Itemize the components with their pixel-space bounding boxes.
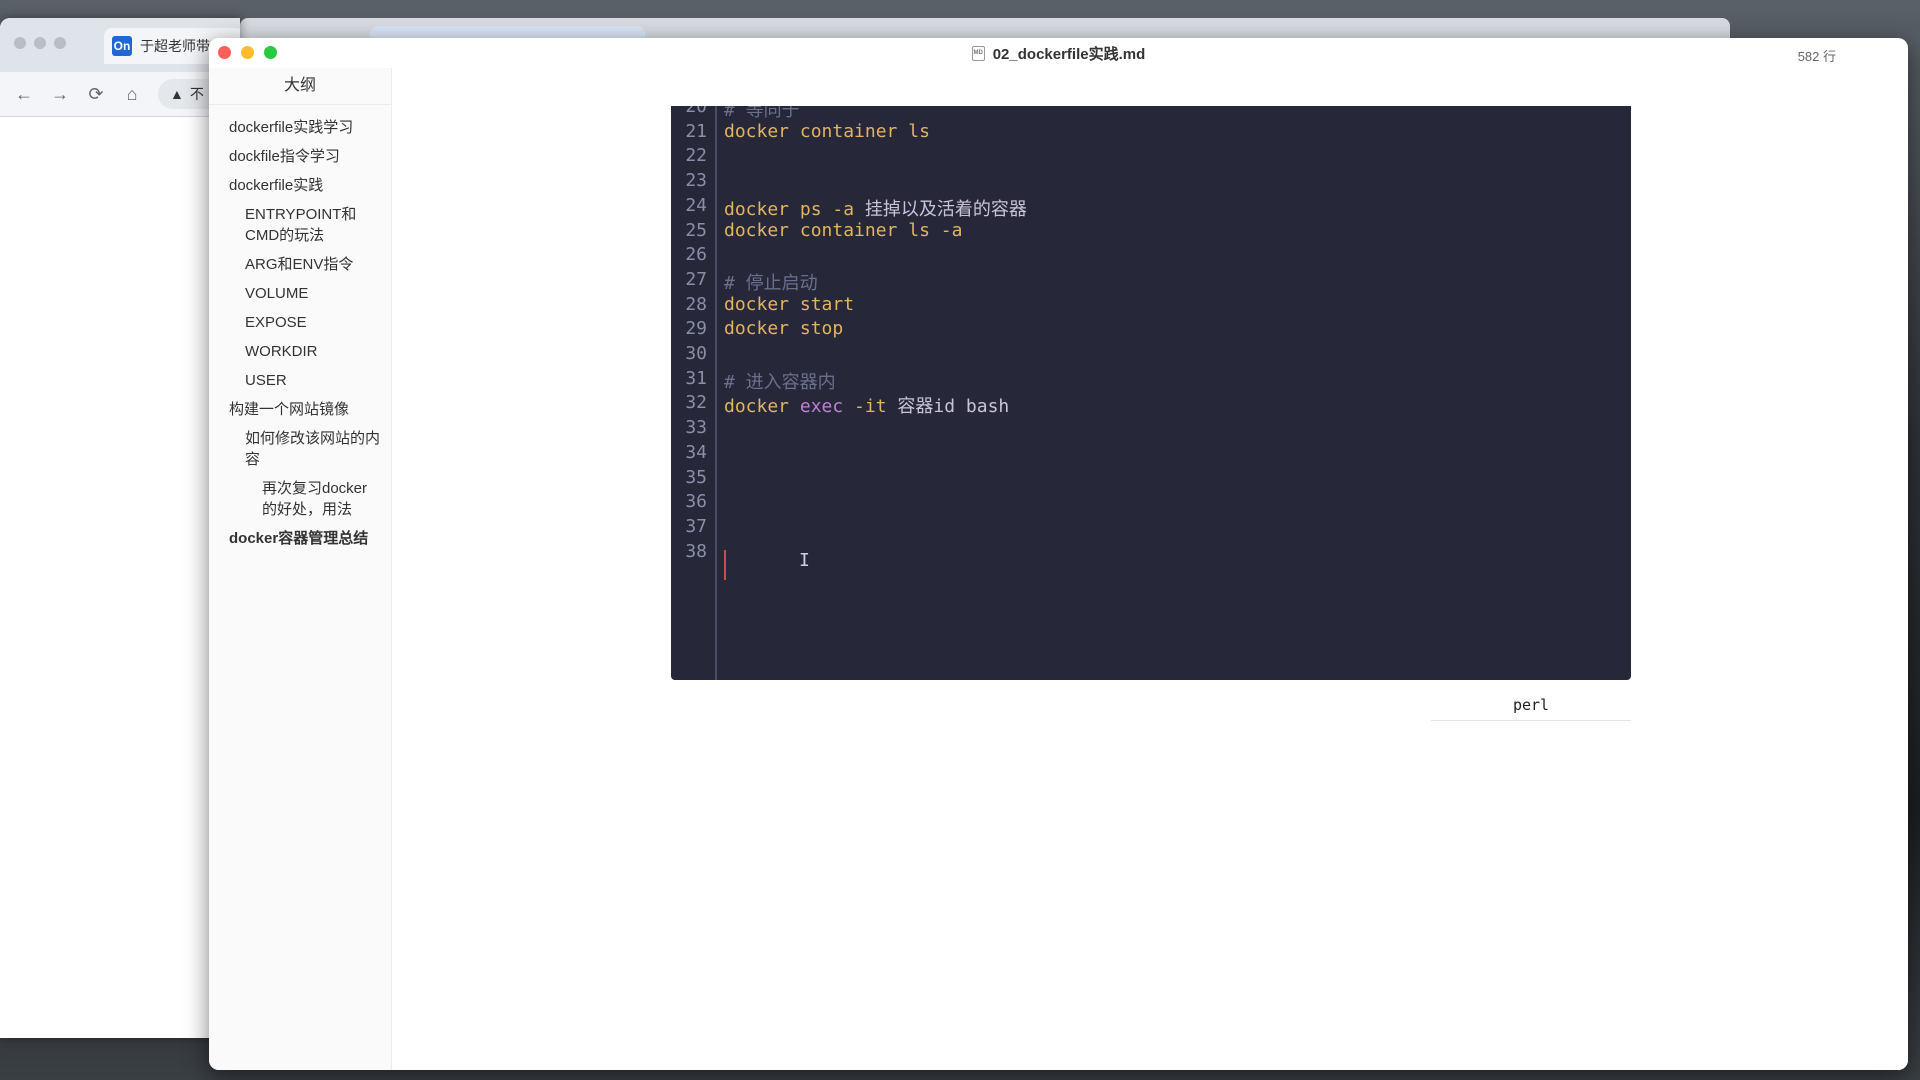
line-number: 30 xyxy=(685,343,707,364)
window-title: MD 02_dockerfile实践.md xyxy=(971,43,1146,64)
code-block[interactable]: 20 21 22 23 24 25 26 27 28 29 30 31 32 33 34 35 36 37 38 #… xyxy=(671,106,1631,680)
line-number: 24 xyxy=(685,194,707,216)
line-number: 29 xyxy=(685,318,707,340)
code-token: -it xyxy=(843,396,898,418)
outline-item[interactable]: 如何修改该网站的内容 xyxy=(209,424,391,474)
outline-item[interactable]: 构建一个网站镜像 xyxy=(209,395,391,424)
outline-item[interactable]: EXPOSE xyxy=(209,308,391,337)
tab-favicon: On xyxy=(112,36,132,56)
code-token: docker xyxy=(724,396,800,418)
code-line[interactable]: docker start xyxy=(724,294,854,315)
line-number: 28 xyxy=(685,293,707,315)
code-token: # 等同于 xyxy=(724,106,800,121)
code-token: docker ps -a xyxy=(724,198,865,220)
warning-icon: ▲ xyxy=(170,86,184,102)
line-number: 26 xyxy=(685,244,707,266)
line-number: 34 xyxy=(685,441,707,463)
line-number: 23 xyxy=(685,170,707,192)
home-icon[interactable]: ⌂ xyxy=(114,84,150,105)
editor-area[interactable]: 20 21 22 23 24 25 26 27 28 29 30 31 32 33 34 35 36 37 38 #… xyxy=(392,68,1908,1070)
text-caret xyxy=(724,550,726,580)
code-line[interactable]: docker stop xyxy=(724,318,843,339)
address-text: 不 xyxy=(189,86,204,102)
outline-item[interactable]: dockerfile实践 xyxy=(209,171,391,200)
browser-tab-bar: On 于超老师带 xyxy=(0,18,240,72)
line-number-gutter: 20 21 22 23 24 25 26 27 28 29 30 31 32 33 34 35 36 37 38 xyxy=(671,106,717,680)
outline-list: dockerfile实践学习 dockfile指令学习 dockerfile实践 EN… xyxy=(209,105,391,553)
browser-maximize-dot[interactable] xyxy=(54,37,66,49)
browser-toolbar: ← → ⟳ ⌂ ▲ 不 xyxy=(0,72,240,117)
browser-minimize-dot[interactable] xyxy=(34,37,46,49)
code-token: docker stop xyxy=(724,318,844,340)
background-browser-window[interactable]: On 于超老师带 ← → ⟳ ⌂ ▲ 不 xyxy=(0,18,240,1038)
line-number: 35 xyxy=(685,466,707,488)
sidebar-title: 大纲 xyxy=(209,68,391,105)
line-number: 36 xyxy=(685,491,707,513)
typora-window: MD 02_dockerfile实践.md 582 行 大纲 dockerfil… xyxy=(209,38,1908,1070)
line-number: 20 xyxy=(685,106,707,117)
maximize-window-button[interactable] xyxy=(264,46,277,59)
code-token: # 停止启动 xyxy=(724,272,818,294)
ibeam-cursor-icon: I xyxy=(799,550,810,571)
outline-sidebar: 大纲 dockerfile实践学习 dockfile指令学习 dockerfile实… xyxy=(209,68,392,1070)
line-number: 33 xyxy=(685,417,707,439)
document-filename: 02_dockerfile实践.md xyxy=(992,45,1146,63)
line-count: 582 行 xyxy=(1797,49,1836,64)
outline-item[interactable]: ENTRYPOINT和CMD的玩法 xyxy=(209,200,391,250)
back-arrow-icon[interactable]: ← xyxy=(6,84,42,105)
line-number: 22 xyxy=(685,145,707,167)
line-number: 38 xyxy=(685,540,707,562)
code-token: exec xyxy=(799,396,844,418)
code-token: 容器id bash xyxy=(897,396,1010,418)
code-language-input[interactable]: perl xyxy=(1431,690,1631,721)
outline-item[interactable]: 再次复习docker的好处，用法 xyxy=(209,474,391,524)
line-number: 37 xyxy=(685,515,707,537)
code-line[interactable]: # 进入容器内 xyxy=(724,368,836,394)
code-token: docker container ls xyxy=(724,120,930,142)
code-line[interactable]: docker container ls xyxy=(724,121,930,142)
markdown-file-icon: MD xyxy=(971,45,985,61)
outline-item[interactable]: WORKDIR xyxy=(209,337,391,366)
forward-arrow-icon[interactable]: → xyxy=(42,84,78,105)
outline-item[interactable]: USER xyxy=(209,366,391,395)
outline-item[interactable]: docker容器管理总结 xyxy=(209,524,391,553)
outline-item[interactable]: dockerfile实践学习 xyxy=(209,113,391,142)
line-number: 31 xyxy=(685,367,707,389)
code-token: # 进入容器内 xyxy=(724,371,836,393)
code-token: 挂掉以及活着的容器 xyxy=(864,198,1027,220)
outline-item[interactable]: VOLUME xyxy=(209,279,391,308)
code-line[interactable]: docker ps -a 挂掉以及活着的容器 xyxy=(724,195,1027,221)
code-token: docker container ls -a xyxy=(724,219,963,241)
code-token: docker start xyxy=(724,293,855,315)
tab-title: 于超老师带 xyxy=(140,38,210,54)
code-line[interactable]: # 等同于 xyxy=(724,106,800,122)
outline-item[interactable]: dockfile指令学习 xyxy=(209,142,391,171)
line-number: 32 xyxy=(685,392,707,414)
code-line[interactable]: # 停止启动 xyxy=(724,269,818,295)
close-window-button[interactable] xyxy=(218,46,231,59)
minimize-window-button[interactable] xyxy=(241,46,254,59)
browser-close-dot[interactable] xyxy=(14,37,26,49)
line-number: 21 xyxy=(685,120,707,142)
reload-icon[interactable]: ⟳ xyxy=(78,84,114,105)
code-line[interactable]: docker container ls -a xyxy=(724,220,962,241)
line-number: 27 xyxy=(685,268,707,290)
window-titlebar: MD 02_dockerfile实践.md 582 行 xyxy=(209,38,1908,68)
code-line[interactable]: docker exec -it 容器id bash xyxy=(724,392,1009,418)
line-number: 25 xyxy=(685,219,707,241)
outline-item[interactable]: ARG和ENV指令 xyxy=(209,250,391,279)
browser-window-controls xyxy=(14,36,74,54)
